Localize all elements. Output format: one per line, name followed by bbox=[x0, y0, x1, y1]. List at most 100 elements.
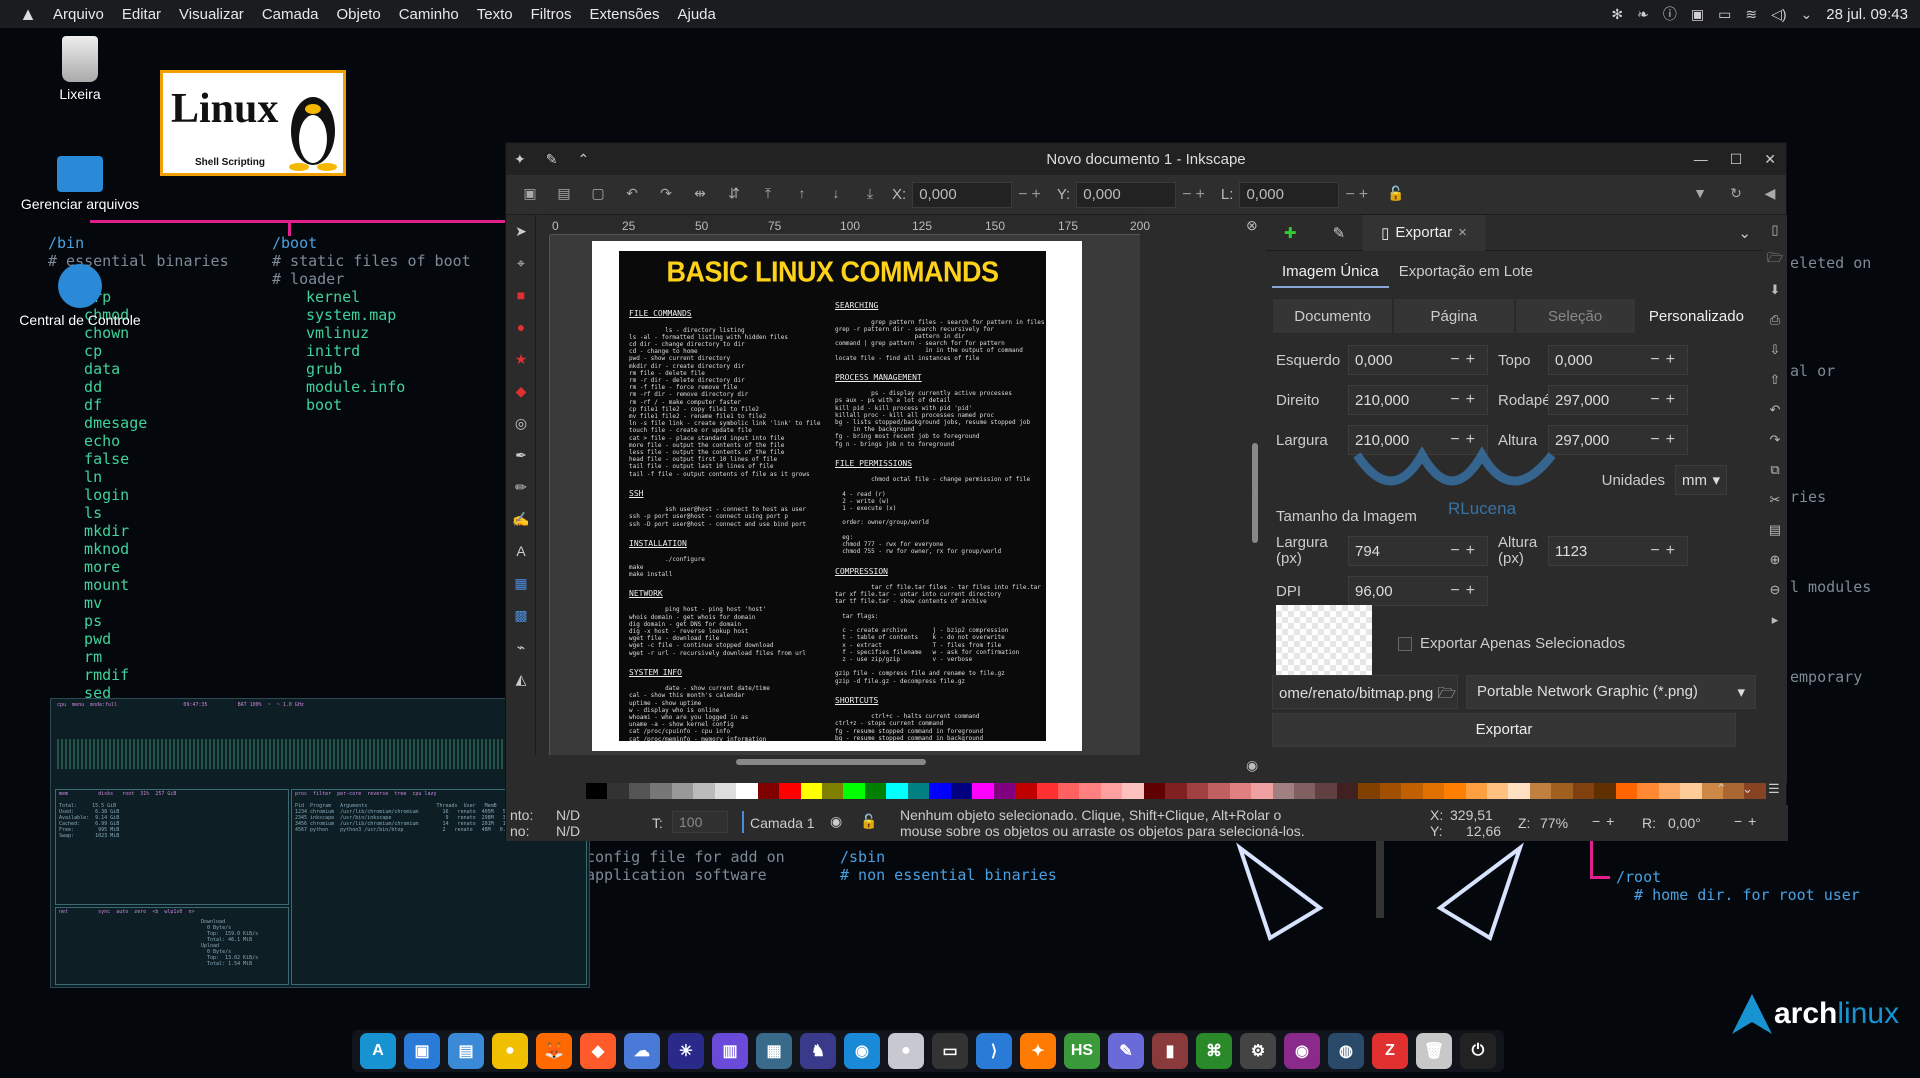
select-all-layers-icon[interactable]: ▤ bbox=[554, 185, 574, 205]
layer-visibility-icon[interactable]: ◉ bbox=[830, 813, 842, 830]
lower-icon[interactable]: ↓ bbox=[826, 185, 846, 205]
dock-app-icon[interactable]: A bbox=[360, 1033, 396, 1069]
unidades-select[interactable]: mm ▾ bbox=[1675, 465, 1727, 495]
palette-swatch[interactable] bbox=[1572, 783, 1595, 799]
palette-swatch[interactable] bbox=[1637, 783, 1659, 799]
palette-swatch[interactable] bbox=[907, 783, 930, 799]
rotate-90-cw-icon[interactable]: ↷ bbox=[656, 185, 676, 205]
dock-app-icon[interactable]: ● bbox=[492, 1033, 528, 1069]
linux-commands-poster[interactable]: BASIC LINUX COMMANDS FILE COMMANDS ls - … bbox=[619, 251, 1046, 741]
menu-filtros[interactable]: Filtros bbox=[522, 6, 581, 23]
palette-menu-icon[interactable]: ☰ bbox=[1768, 781, 1780, 797]
palette-swatch[interactable] bbox=[671, 783, 694, 799]
dock-app-icon[interactable]: ● bbox=[888, 1033, 924, 1069]
largura-px-input[interactable]: 794 −+ bbox=[1348, 536, 1488, 566]
dock-app-icon[interactable]: ▣ bbox=[404, 1033, 440, 1069]
palette-swatch[interactable] bbox=[1487, 783, 1509, 799]
ellipse-tool-icon[interactable]: ● bbox=[506, 311, 536, 343]
stroke-indicator[interactable]: N/D bbox=[556, 823, 580, 839]
palette-swatch[interactable] bbox=[1293, 783, 1316, 799]
chevron-down-icon[interactable]: ⌄ bbox=[1801, 6, 1813, 23]
rotation-stepper[interactable]: −+ bbox=[1734, 813, 1762, 829]
close-tab-icon[interactable]: × bbox=[1458, 224, 1467, 241]
bezier-tool-icon[interactable]: ✒ bbox=[506, 439, 536, 471]
opacity-input[interactable]: 100 bbox=[672, 811, 728, 833]
palette-swatch[interactable] bbox=[1057, 783, 1080, 799]
desktop-trash[interactable]: Lixeira bbox=[10, 36, 150, 102]
volume-icon[interactable]: ◁) bbox=[1771, 6, 1786, 23]
star-tool-icon[interactable]: ★ bbox=[506, 343, 536, 375]
topo-input[interactable]: 0,000 −+ bbox=[1548, 345, 1688, 375]
palette-swatch[interactable] bbox=[607, 783, 629, 799]
lower-to-bottom-icon[interactable]: ⤓ bbox=[860, 185, 880, 205]
palette-swatch[interactable] bbox=[757, 783, 780, 799]
rotation-value[interactable]: 0,00° bbox=[1668, 815, 1701, 831]
cut-icon[interactable]: ✂ bbox=[1763, 485, 1787, 515]
width-stepper[interactable]: −+ bbox=[1345, 186, 1372, 204]
layer-lock-icon[interactable]: 🔓 bbox=[860, 813, 877, 830]
raise-icon[interactable]: ↑ bbox=[792, 185, 812, 205]
dock-app-icon[interactable]: HS bbox=[1064, 1033, 1100, 1069]
rectangle-tool-icon[interactable]: ■ bbox=[506, 279, 536, 311]
print-icon[interactable]: ⎙ bbox=[1763, 305, 1787, 335]
drawing-canvas[interactable]: BASIC LINUX COMMANDS FILE COMMANDS ls - … bbox=[550, 235, 1140, 755]
inkscape-window[interactable]: ✦ ✎ ⌃ Novo documento 1 - Inkscape — ☐ ✕ … bbox=[505, 142, 1788, 841]
dock-app-icon[interactable]: ▦ bbox=[756, 1033, 792, 1069]
tab-export[interactable]: ▯ Exportar × bbox=[1363, 214, 1485, 251]
palette-swatch[interactable] bbox=[736, 783, 758, 799]
minimize-icon[interactable]: — bbox=[1694, 151, 1708, 168]
area-selecao[interactable]: Seleção bbox=[1514, 298, 1636, 334]
dock-app-icon[interactable]: 🦊 bbox=[536, 1033, 572, 1069]
palette-swatch[interactable] bbox=[1165, 783, 1187, 799]
dock-app-icon[interactable]: Z bbox=[1372, 1033, 1408, 1069]
palette-swatch[interactable] bbox=[821, 783, 844, 799]
tab-fill-stroke[interactable]: ✚ bbox=[1266, 215, 1315, 251]
inkscape-titlebar[interactable]: ✦ ✎ ⌃ Novo documento 1 - Inkscape — ☐ ✕ bbox=[506, 143, 1786, 175]
palette-swatch[interactable] bbox=[864, 783, 887, 799]
palette-swatch[interactable] bbox=[1015, 783, 1037, 799]
x-stepper[interactable]: −+ bbox=[1018, 186, 1045, 204]
mesh-tool-icon[interactable]: ▩ bbox=[506, 599, 536, 631]
palette-swatch[interactable] bbox=[1122, 783, 1144, 799]
dock-app-icon[interactable]: ⟩ bbox=[976, 1033, 1012, 1069]
feather-icon[interactable]: ❧ bbox=[1637, 6, 1649, 23]
palette-swatch[interactable] bbox=[1079, 783, 1101, 799]
palette-swatch[interactable] bbox=[1229, 783, 1252, 799]
dpi-input[interactable]: 96,00 −+ bbox=[1348, 576, 1488, 606]
horizontal-scrollbar[interactable] bbox=[736, 759, 926, 765]
palette-swatch[interactable] bbox=[1100, 783, 1123, 799]
palette-swatch[interactable] bbox=[1251, 783, 1273, 799]
spiral-tool-icon[interactable]: ◎ bbox=[506, 407, 536, 439]
palette-swatch[interactable] bbox=[650, 783, 672, 799]
deselect-icon[interactable]: ▢ bbox=[588, 185, 608, 205]
palette-swatch[interactable] bbox=[1508, 783, 1530, 799]
menu-caminho[interactable]: Caminho bbox=[390, 6, 468, 23]
palette-swatch[interactable] bbox=[1422, 783, 1445, 799]
document-page[interactable]: BASIC LINUX COMMANDS FILE COMMANDS ls - … bbox=[592, 241, 1082, 751]
current-layer[interactable]: Camada 1 bbox=[750, 815, 815, 831]
palette-swatch[interactable] bbox=[1315, 783, 1337, 799]
zoom-correction-icon[interactable]: ⊗ bbox=[1246, 217, 1258, 234]
menu-visualizar[interactable]: Visualizar bbox=[170, 6, 253, 23]
dock-app-icon[interactable]: ⚙ bbox=[1240, 1033, 1276, 1069]
rotate-90-ccw-icon[interactable]: ↶ bbox=[622, 185, 642, 205]
dock-app-icon[interactable]: ✦ bbox=[1020, 1033, 1056, 1069]
direito-input[interactable]: 210,000 −+ bbox=[1348, 385, 1488, 415]
palette-swatch[interactable] bbox=[1036, 783, 1058, 799]
export-selected-only[interactable]: Exportar Apenas Selecionados bbox=[1398, 635, 1625, 652]
menu-texto[interactable]: Texto bbox=[468, 6, 522, 23]
display-mode-icon[interactable]: ◉ bbox=[1246, 757, 1258, 774]
palette-swatch[interactable] bbox=[1186, 783, 1209, 799]
dock-app-icon[interactable]: ✳ bbox=[668, 1033, 704, 1069]
palette-swatch[interactable] bbox=[1143, 783, 1166, 799]
save-icon[interactable]: ⬇ bbox=[1763, 275, 1787, 305]
palette-swatch[interactable] bbox=[929, 783, 951, 799]
export-button[interactable]: Exportar bbox=[1272, 713, 1736, 747]
palette-swatch[interactable] bbox=[843, 783, 865, 799]
flip-vertical-icon[interactable]: ⇵ bbox=[724, 185, 744, 205]
close-icon[interactable]: ✕ bbox=[1764, 151, 1776, 168]
palette-swatch[interactable] bbox=[1208, 783, 1230, 799]
checkbox[interactable] bbox=[1398, 636, 1412, 651]
palette-swatch[interactable] bbox=[693, 783, 715, 799]
palette-swatch[interactable] bbox=[886, 783, 908, 799]
